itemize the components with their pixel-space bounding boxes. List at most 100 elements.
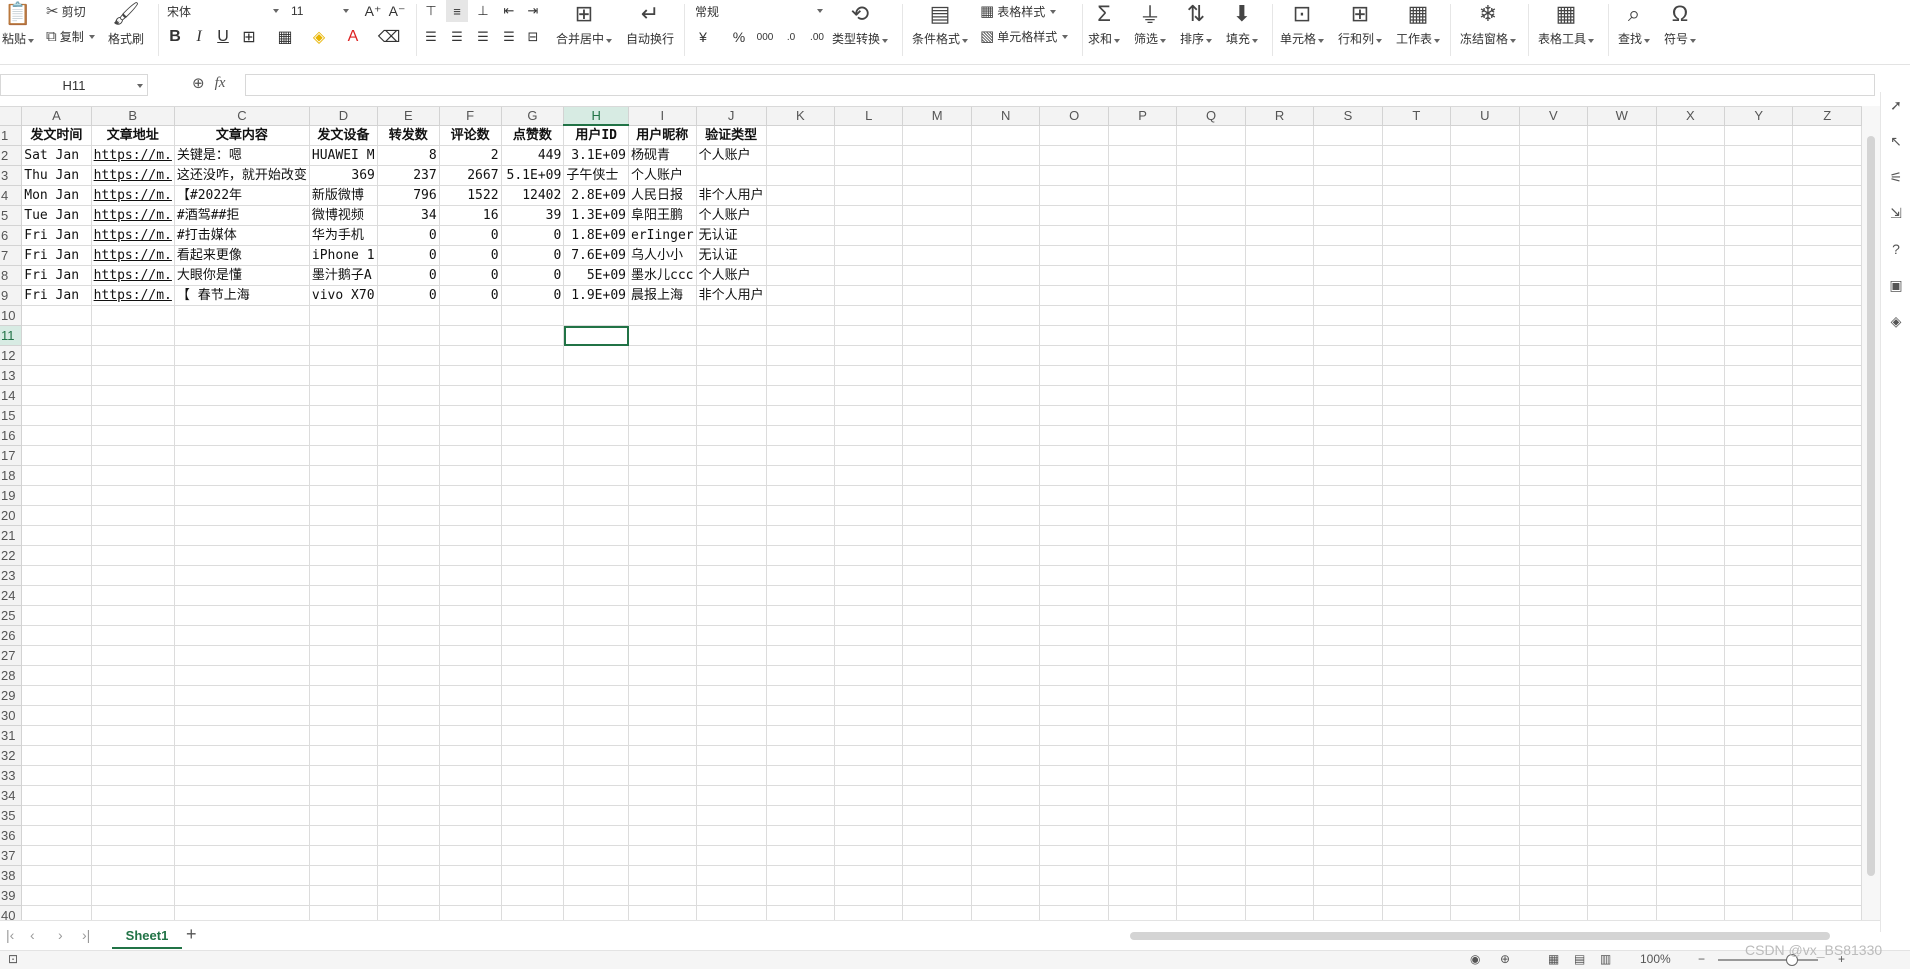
cell-Y21[interactable] (1724, 525, 1794, 546)
cell-T2[interactable] (1382, 145, 1452, 166)
cell-T19[interactable] (1382, 485, 1452, 506)
cell-K8[interactable] (766, 265, 836, 286)
cell-S10[interactable] (1313, 305, 1383, 326)
cell-Z7[interactable] (1792, 245, 1862, 266)
cell-V9[interactable] (1519, 285, 1588, 306)
cell-W8[interactable] (1587, 265, 1657, 286)
row-header[interactable]: 8 (0, 265, 23, 286)
cell-K26[interactable] (766, 625, 836, 646)
cell-Y10[interactable] (1724, 305, 1794, 326)
cell-U11[interactable] (1450, 325, 1520, 346)
cell-C26[interactable] (174, 625, 310, 646)
cell-F25[interactable] (439, 605, 502, 626)
cell-T20[interactable] (1382, 505, 1452, 526)
cell-A3[interactable]: Thu Jan (21, 165, 92, 186)
cell-B28[interactable] (91, 665, 175, 686)
cell-Y27[interactable] (1724, 645, 1794, 666)
cell-P21[interactable] (1108, 525, 1178, 546)
cell-I29[interactable] (628, 685, 697, 706)
cell-K9[interactable] (766, 285, 836, 306)
cell-H19[interactable] (563, 485, 629, 506)
cell-D35[interactable] (309, 805, 378, 826)
cell-W6[interactable] (1587, 225, 1657, 246)
cell-Q3[interactable] (1176, 165, 1246, 186)
cell-G20[interactable] (501, 505, 565, 526)
cell-C24[interactable] (174, 585, 310, 606)
cell-I5[interactable]: 阜阳王鹏 (628, 205, 697, 226)
row-header[interactable]: 31 (0, 725, 23, 746)
sort-button[interactable]: ⇅ 排序 (1180, 0, 1213, 47)
cell-E26[interactable] (377, 625, 440, 646)
cell-E9[interactable]: 0 (377, 285, 440, 306)
cell-Q24[interactable] (1176, 585, 1246, 606)
cell-A19[interactable] (21, 485, 92, 506)
cell-A4[interactable]: Mon Jan (21, 185, 92, 206)
increase-decimal-icon[interactable]: .0 (780, 26, 802, 48)
cell-Z30[interactable] (1792, 705, 1862, 726)
cell-C16[interactable] (174, 425, 310, 446)
cell-T15[interactable] (1382, 405, 1452, 426)
cell-F15[interactable] (439, 405, 502, 426)
cell-N21[interactable] (971, 525, 1041, 546)
cell-T7[interactable] (1382, 245, 1452, 266)
cell-W18[interactable] (1587, 465, 1657, 486)
cell-P12[interactable] (1108, 345, 1178, 366)
cell-N13[interactable] (971, 365, 1041, 386)
cell-C1[interactable]: 文章内容 (174, 125, 310, 146)
cell-E34[interactable] (377, 785, 440, 806)
cell-S2[interactable] (1313, 145, 1383, 166)
cell-P5[interactable] (1108, 205, 1178, 226)
cell-I19[interactable] (628, 485, 697, 506)
cell-P3[interactable] (1108, 165, 1178, 186)
cell-M8[interactable] (902, 265, 972, 286)
cell-Z27[interactable] (1792, 645, 1862, 666)
cell-L25[interactable] (834, 605, 904, 626)
cell-D36[interactable] (309, 825, 378, 846)
cell-C27[interactable] (174, 645, 310, 666)
cell-F31[interactable] (439, 725, 502, 746)
fx-icon[interactable]: fx (215, 75, 226, 92)
cell-L11[interactable] (834, 325, 904, 346)
cell-J24[interactable] (696, 585, 767, 606)
cell-I37[interactable] (628, 845, 697, 866)
cell-K13[interactable] (766, 365, 836, 386)
cell-F32[interactable] (439, 745, 502, 766)
cell-N2[interactable] (971, 145, 1041, 166)
cell-H17[interactable] (563, 445, 629, 466)
cell-E8[interactable]: 0 (377, 265, 440, 286)
cell-P18[interactable] (1108, 465, 1178, 486)
cell-G1[interactable]: 点赞数 (501, 125, 565, 146)
last-sheet-icon[interactable]: ›| (82, 927, 90, 943)
cell-A39[interactable] (21, 885, 92, 906)
cell-S17[interactable] (1313, 445, 1383, 466)
table-tools-button[interactable]: ▦ 表格工具 (1538, 0, 1595, 47)
cell-M27[interactable] (902, 645, 972, 666)
cell-Q11[interactable] (1176, 325, 1246, 346)
cell-V20[interactable] (1519, 505, 1588, 526)
cell-I33[interactable] (628, 765, 697, 786)
cell-P35[interactable] (1108, 805, 1178, 826)
cell-U37[interactable] (1450, 845, 1520, 866)
freeze-panes-button[interactable]: ❄ 冻结窗格 (1460, 0, 1517, 47)
cell-B36[interactable] (91, 825, 175, 846)
spreadsheet-grid[interactable]: A B C D E F G H I J K L M N O P Q R S T U V W X Y Z 1 发文时间 文章地址 文章内容发… (0, 106, 1862, 921)
cell-Y34[interactable] (1724, 785, 1794, 806)
decrease-font-icon[interactable]: A⁻ (386, 0, 408, 22)
cell-W35[interactable] (1587, 805, 1657, 826)
cell-M21[interactable] (902, 525, 972, 546)
cell-E35[interactable] (377, 805, 440, 826)
cell-O23[interactable] (1039, 565, 1109, 586)
cell-T25[interactable] (1382, 605, 1452, 626)
cell-A5[interactable]: Tue Jan (21, 205, 92, 226)
cell-F8[interactable]: 0 (439, 265, 502, 286)
cell-H23[interactable] (563, 565, 629, 586)
cell-K3[interactable] (766, 165, 836, 186)
cell-W24[interactable] (1587, 585, 1657, 606)
cell-T24[interactable] (1382, 585, 1452, 606)
column-header-Z[interactable]: Z (1792, 107, 1862, 126)
cell-W28[interactable] (1587, 665, 1657, 686)
cell-P2[interactable] (1108, 145, 1178, 166)
paste-button[interactable]: 📋 粘贴 (2, 0, 35, 47)
cell-V29[interactable] (1519, 685, 1588, 706)
cell-Y15[interactable] (1724, 405, 1794, 426)
